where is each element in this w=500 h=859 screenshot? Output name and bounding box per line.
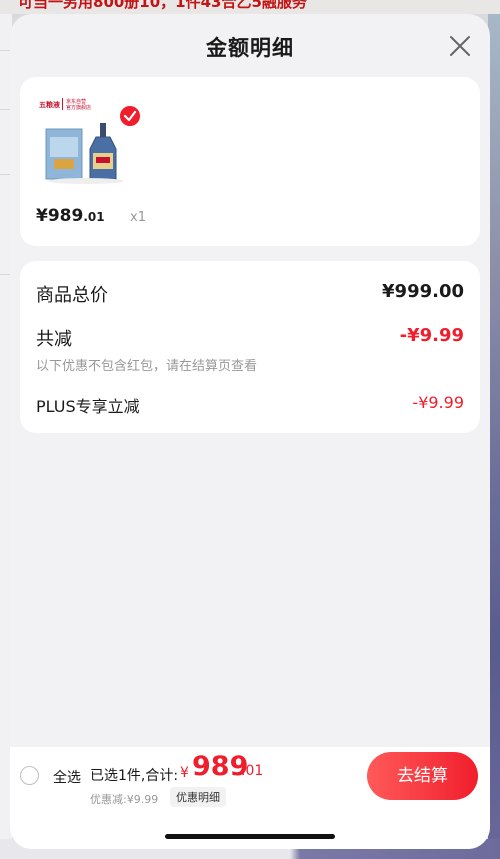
checkout-button[interactable]: 去结算	[367, 752, 478, 800]
home-indicator	[165, 834, 335, 839]
sheet-title: 金额明细	[206, 36, 294, 60]
total-reduce-value: -¥9.99	[399, 325, 464, 346]
svg-text:官方旗舰店: 官方旗舰店	[66, 104, 91, 111]
footer-discount-text: 优惠减:¥9.99	[90, 793, 159, 806]
close-icon[interactable]	[448, 34, 472, 58]
total-price-label: 商品总价	[36, 285, 108, 306]
svg-text:五粮液: 五粮液	[39, 100, 61, 109]
svg-text:京东自营: 京东自营	[66, 98, 86, 105]
product-price-int: ¥989	[36, 206, 84, 226]
amount-detail-sheet: 金额明细 五粮液 京东自营 官方旗舰店 ¥989.01 x1 商品总价 ¥999…	[10, 14, 490, 849]
product-quantity: x1	[130, 210, 146, 225]
selected-count-text: 已选1件,合计:	[90, 768, 179, 784]
product-price: ¥989.01	[36, 206, 105, 226]
product-card: 五粮液 京东自营 官方旗舰店 ¥989.01 x1	[20, 77, 480, 246]
total-reduce-label: 共减	[36, 329, 72, 350]
plus-discount-value: -¥9.99	[412, 393, 464, 412]
sheet-header: 金额明细	[10, 14, 490, 76]
selected-check-icon[interactable]	[118, 104, 142, 128]
total-price-value: ¥999.00	[382, 281, 464, 302]
checkout-footer: 全选 已选1件,合计: ¥ 989 .01 优惠减:¥9.99 优惠明细 去结算	[10, 747, 490, 849]
footer-total-currency: ¥	[180, 765, 189, 781]
select-all-radio[interactable]	[20, 766, 39, 785]
select-all-label[interactable]: 全选	[53, 767, 81, 787]
background-top-text: 可当一另用800册10，1件43合乙5融服务	[18, 0, 307, 11]
product-price-cents: .01	[83, 210, 105, 224]
discount-detail-link[interactable]: 优惠明细	[170, 787, 226, 807]
footer-total-cents: .01	[241, 763, 264, 779]
footer-total-int: 989	[192, 751, 249, 782]
background-top-bar: 可当一另用800册10，1件43合乙5融服务	[0, 0, 500, 14]
reduce-note: 以下优惠不包含红包，请在结算页查看	[36, 359, 258, 374]
price-summary-card: 商品总价 ¥999.00 共减 -¥9.99 以下优惠不包含红包，请在结算页查看…	[20, 261, 480, 433]
plus-discount-label: PLUS专享立减	[36, 397, 140, 416]
